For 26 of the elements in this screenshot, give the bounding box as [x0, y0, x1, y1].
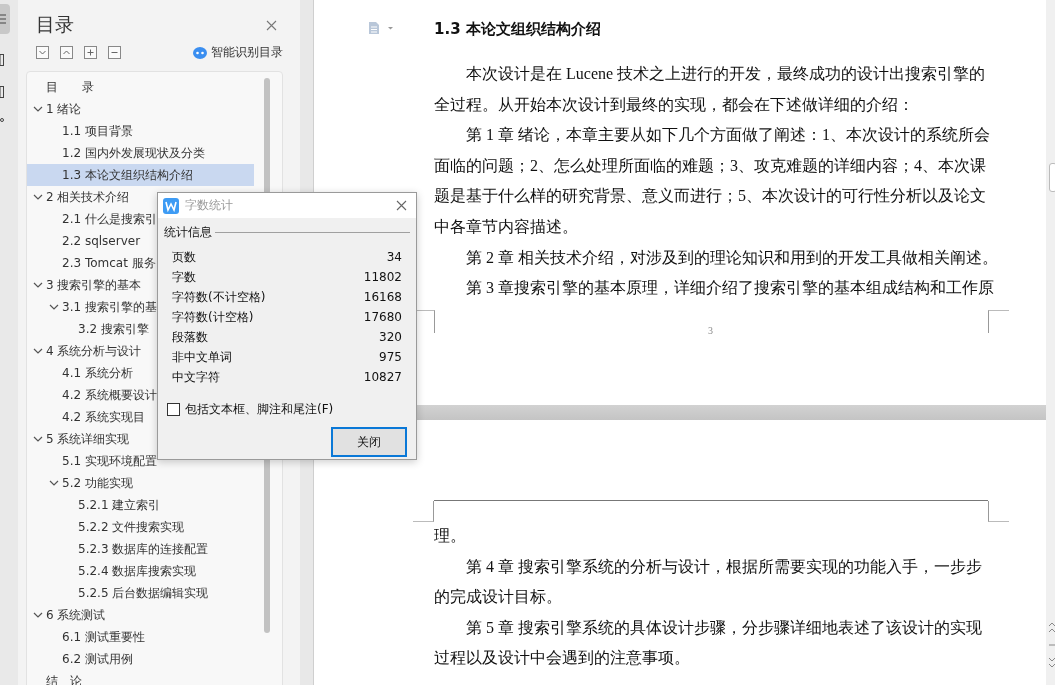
paragraph: 本次设计是在 Lucene 技术之上进行的开发，最终成功的设计出搜索引擎的 全过程。从开始本次设计到最终的实现，都会在下述做详细的介绍：: [434, 64, 987, 115]
stat-value: 16168: [363, 290, 402, 304]
paragraph: 第 2 章 相关技术介绍，对涉及到的理论知识和用到的开发工具做相关阐述。: [465, 247, 994, 268]
stat-value: 11802: [363, 270, 402, 284]
stat-value: 10827: [363, 370, 402, 384]
group-label: 统计信息: [164, 224, 212, 241]
stat-label: 字数: [172, 268, 196, 286]
paragraph: 第 3 章搜索引擎的基本原理，详细介绍了搜索引擎的基本组成结构和工作原: [465, 278, 994, 299]
stat-label: 非中文单词: [172, 348, 232, 366]
stat-label: 中文字符: [172, 368, 220, 386]
stat-label: 段落数: [172, 328, 208, 346]
stat-value: 320: [379, 330, 402, 344]
paragraph: 第 1 章 绪论，本章主要从如下几个方面做了阐述：1、本次设计的系统所会 面临的问题；2、怎么处理所面临的难题；3、攻克难题的详细内容；4、本次课 题是基于什么样的研究背景、意义而进行；5、本次设计的可行性分析以及论文 中各章节内容描述。: [434, 125, 991, 237]
section-heading: 1.3 本论文组织结构介绍: [434, 19, 602, 40]
panel-title: 目录: [36, 12, 74, 37]
stat-label: 字符数(计空格): [172, 308, 254, 326]
paragraph: 理。: [434, 526, 467, 546]
stat-value: 34: [386, 250, 402, 264]
stat-label: 页数: [172, 248, 196, 266]
page-number: 3: [708, 325, 713, 336]
stat-label: 字符数(不计空格): [172, 288, 266, 306]
paragraph: 第 5 章 搜索引擎系统的具体设计步骤，分步骤详细地表述了该设计的实现 过程以及设计中会遇到的注意事项。: [434, 617, 983, 669]
stat-value: 17680: [363, 310, 402, 324]
paragraph: 第 4 章 搜索引擎系统的分析与设计，根据所需要实现的功能入手，一步步 的完成设计目标。: [434, 556, 983, 608]
stat-value: 975: [379, 350, 402, 364]
dialog-title: 字数统计: [185, 197, 234, 214]
